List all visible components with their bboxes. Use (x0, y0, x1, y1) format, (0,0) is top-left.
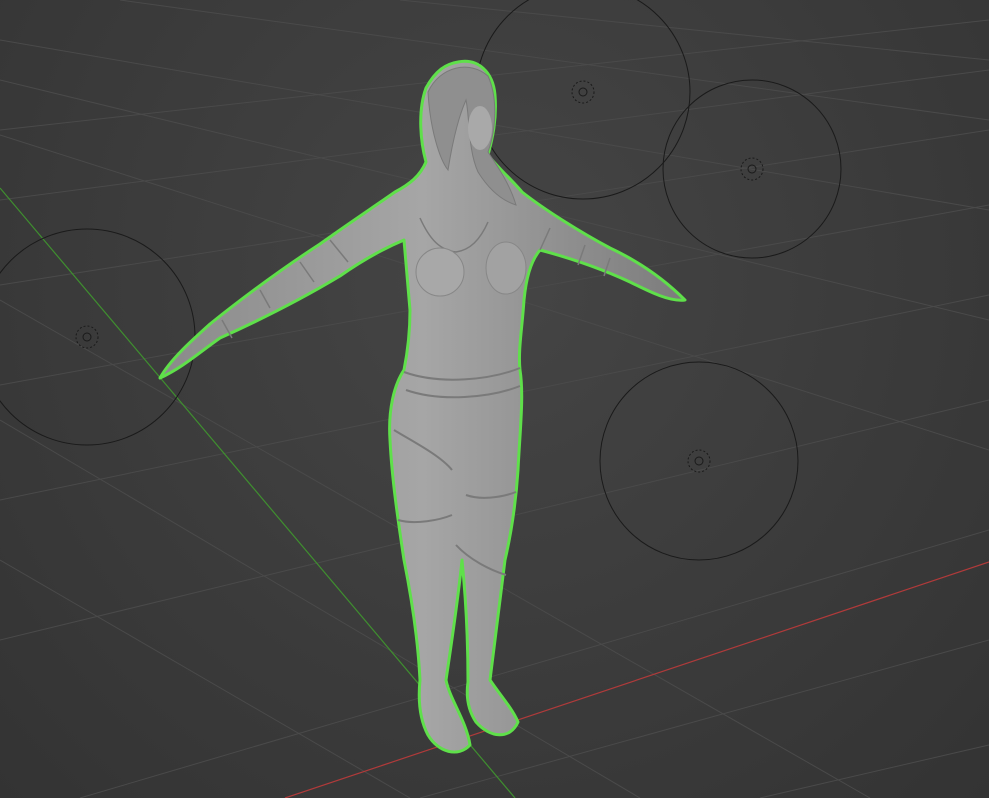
character-mesh[interactable] (158, 59, 687, 754)
character-chest (415, 247, 465, 297)
character-face (468, 106, 492, 150)
x-axis-line (284, 561, 989, 798)
3d-viewport[interactable] (0, 0, 989, 798)
light-gizmo[interactable] (599, 361, 799, 561)
light-gizmo[interactable] (475, 0, 691, 200)
character-chest (485, 241, 527, 295)
viewport-canvas[interactable] (0, 0, 989, 798)
character-body (158, 59, 687, 754)
light-gizmo[interactable] (0, 228, 196, 446)
